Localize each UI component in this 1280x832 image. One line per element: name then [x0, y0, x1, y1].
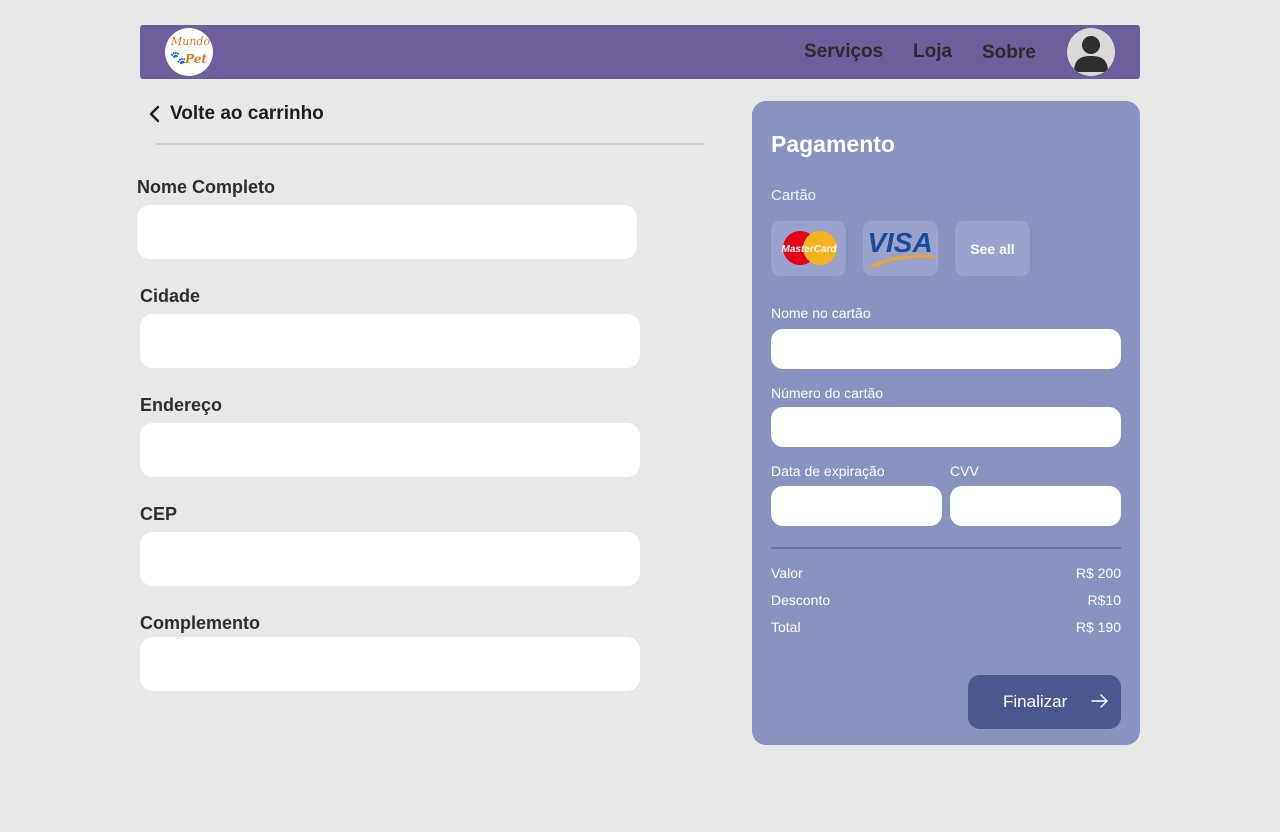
- card-name-input[interactable]: [771, 329, 1121, 369]
- summary-value: R$ 200: [1075, 565, 1121, 581]
- finalize-label: Finalizar: [1003, 692, 1068, 711]
- payment-panel: Pagamento Cartão MasterCard VISA See all…: [752, 101, 1140, 745]
- summary-row-total: Total R$ 190: [771, 619, 1121, 635]
- card-name-label: Nome no cartão: [771, 305, 871, 321]
- summary-row-valor: Valor R$ 200: [771, 565, 1121, 581]
- see-all-cards-button[interactable]: See all: [955, 221, 1030, 276]
- summary-label: Total: [771, 619, 801, 635]
- summary-label: Desconto: [771, 592, 831, 608]
- full-name-label: Nome Completo: [137, 177, 276, 197]
- nav-link-sobre[interactable]: Sobre: [982, 42, 1036, 64]
- back-to-cart-link[interactable]: Volte ao carrinho: [148, 103, 324, 125]
- cvv-label: CVV: [950, 463, 979, 479]
- user-icon: [1074, 36, 1108, 72]
- expiry-input[interactable]: [771, 486, 942, 526]
- visa-option[interactable]: VISA: [863, 221, 938, 276]
- cep-input[interactable]: [140, 532, 640, 586]
- mundo-pet-logo[interactable]: Mundo 🐾 Pet: [165, 28, 213, 76]
- complement-input[interactable]: [140, 637, 640, 691]
- chevron-left-icon: [148, 103, 164, 125]
- summary-divider: [771, 547, 1121, 549]
- expiry-label: Data de expiração: [771, 463, 885, 479]
- card-section-label: Cartão: [771, 187, 817, 204]
- arrow-right-icon: [1090, 691, 1110, 716]
- logo-text-pet: Pet: [185, 52, 207, 66]
- card-number-label: Número do cartão: [771, 385, 884, 401]
- payment-title: Pagamento: [771, 131, 895, 157]
- mastercard-icon: MasterCard: [781, 231, 837, 265]
- complement-label: Complemento: [140, 613, 261, 633]
- address-label: Endereço: [140, 395, 223, 415]
- section-divider: [155, 143, 705, 145]
- city-label: Cidade: [140, 286, 201, 306]
- summary-label: Valor: [771, 565, 803, 581]
- nav-link-servicos[interactable]: Serviços: [804, 41, 883, 63]
- visa-icon: VISA: [867, 227, 936, 269]
- mastercard-option[interactable]: MasterCard: [771, 221, 846, 276]
- nav-link-loja[interactable]: Loja: [913, 41, 952, 63]
- city-input[interactable]: [140, 314, 640, 368]
- summary-value: R$10: [1087, 592, 1121, 608]
- summary-value: R$ 190: [1075, 619, 1121, 635]
- summary-row-desconto: Desconto R$10: [771, 592, 1121, 608]
- user-avatar-button[interactable]: [1067, 28, 1115, 76]
- back-to-cart-label: Volte ao carrinho: [170, 103, 324, 124]
- top-navbar: Mundo 🐾 Pet Serviços Loja Sobre: [140, 25, 1140, 79]
- address-input[interactable]: [140, 423, 640, 477]
- cvv-input[interactable]: [950, 486, 1121, 526]
- mastercard-wordmark: MasterCard: [781, 244, 837, 255]
- cep-label: CEP: [140, 504, 178, 524]
- full-name-input[interactable]: [137, 205, 637, 259]
- finalize-button[interactable]: Finalizar: [968, 675, 1121, 729]
- card-number-input[interactable]: [771, 407, 1121, 447]
- visa-wordmark: VISA: [867, 227, 932, 258]
- paw-icon: 🐾: [170, 50, 187, 65]
- logo-text-mundo: Mundo: [171, 35, 211, 48]
